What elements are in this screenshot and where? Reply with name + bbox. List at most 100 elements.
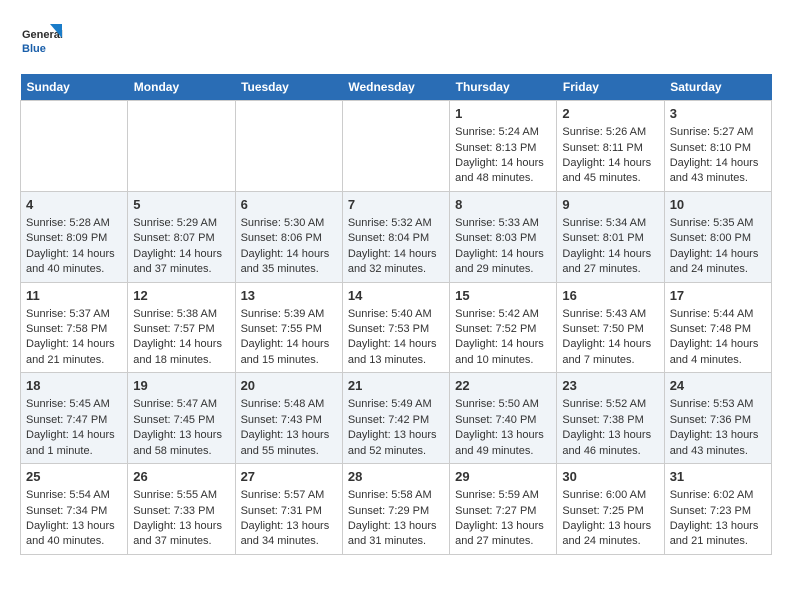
calendar-cell: 30Sunrise: 6:00 AMSunset: 7:25 PMDayligh…: [557, 464, 664, 555]
day-info: Daylight: 14 hours: [348, 337, 444, 352]
day-info: Daylight: 14 hours: [26, 247, 122, 262]
calendar-cell: 20Sunrise: 5:48 AMSunset: 7:43 PMDayligh…: [235, 373, 342, 464]
day-number: 4: [26, 196, 122, 214]
day-info: Daylight: 14 hours: [670, 156, 766, 171]
calendar-cell: 11Sunrise: 5:37 AMSunset: 7:58 PMDayligh…: [21, 282, 128, 373]
calendar-cell: 27Sunrise: 5:57 AMSunset: 7:31 PMDayligh…: [235, 464, 342, 555]
day-info: Sunrise: 6:00 AM: [562, 488, 658, 503]
day-info: Sunset: 7:27 PM: [455, 504, 551, 519]
day-info: Daylight: 14 hours: [241, 337, 337, 352]
day-number: 5: [133, 196, 229, 214]
day-info: and 46 minutes.: [562, 444, 658, 459]
day-info: Sunrise: 5:53 AM: [670, 397, 766, 412]
day-info: Sunrise: 5:34 AM: [562, 216, 658, 231]
calendar-cell: 1Sunrise: 5:24 AMSunset: 8:13 PMDaylight…: [450, 101, 557, 192]
day-info: Sunset: 8:04 PM: [348, 231, 444, 246]
day-info: and 13 minutes.: [348, 353, 444, 368]
day-info: Sunrise: 5:37 AM: [26, 307, 122, 322]
day-number: 14: [348, 287, 444, 305]
calendar-cell: 7Sunrise: 5:32 AMSunset: 8:04 PMDaylight…: [342, 191, 449, 282]
weekday-header-sunday: Sunday: [21, 74, 128, 101]
page-header: General Blue: [20, 20, 772, 64]
day-info: and 45 minutes.: [562, 171, 658, 186]
day-info: Sunset: 8:06 PM: [241, 231, 337, 246]
day-info: Sunset: 7:38 PM: [562, 413, 658, 428]
day-info: Sunrise: 5:32 AM: [348, 216, 444, 231]
calendar-cell: 23Sunrise: 5:52 AMSunset: 7:38 PMDayligh…: [557, 373, 664, 464]
calendar-cell: [235, 101, 342, 192]
day-info: Sunset: 7:31 PM: [241, 504, 337, 519]
day-info: Sunrise: 5:49 AM: [348, 397, 444, 412]
day-info: Daylight: 13 hours: [133, 428, 229, 443]
calendar-cell: 22Sunrise: 5:50 AMSunset: 7:40 PMDayligh…: [450, 373, 557, 464]
day-number: 8: [455, 196, 551, 214]
day-info: and 21 minutes.: [670, 534, 766, 549]
day-info: Sunrise: 5:50 AM: [455, 397, 551, 412]
day-info: Daylight: 13 hours: [670, 519, 766, 534]
week-row-2: 4Sunrise: 5:28 AMSunset: 8:09 PMDaylight…: [21, 191, 772, 282]
calendar-cell: [21, 101, 128, 192]
calendar-cell: 6Sunrise: 5:30 AMSunset: 8:06 PMDaylight…: [235, 191, 342, 282]
day-info: Sunrise: 5:24 AM: [455, 125, 551, 140]
day-info: Sunrise: 5:29 AM: [133, 216, 229, 231]
calendar-cell: 16Sunrise: 5:43 AMSunset: 7:50 PMDayligh…: [557, 282, 664, 373]
calendar-cell: 3Sunrise: 5:27 AMSunset: 8:10 PMDaylight…: [664, 101, 771, 192]
day-number: 31: [670, 468, 766, 486]
day-info: Daylight: 13 hours: [670, 428, 766, 443]
day-info: Sunrise: 5:45 AM: [26, 397, 122, 412]
day-info: and 31 minutes.: [348, 534, 444, 549]
day-number: 24: [670, 377, 766, 395]
day-info: and 37 minutes.: [133, 534, 229, 549]
day-number: 22: [455, 377, 551, 395]
day-number: 28: [348, 468, 444, 486]
day-info: Daylight: 13 hours: [455, 519, 551, 534]
day-info: and 52 minutes.: [348, 444, 444, 459]
calendar-cell: 9Sunrise: 5:34 AMSunset: 8:01 PMDaylight…: [557, 191, 664, 282]
day-info: Sunset: 7:40 PM: [455, 413, 551, 428]
day-info: Daylight: 14 hours: [455, 337, 551, 352]
calendar-cell: 31Sunrise: 6:02 AMSunset: 7:23 PMDayligh…: [664, 464, 771, 555]
calendar-cell: 10Sunrise: 5:35 AMSunset: 8:00 PMDayligh…: [664, 191, 771, 282]
day-info: Sunrise: 5:39 AM: [241, 307, 337, 322]
day-info: and 21 minutes.: [26, 353, 122, 368]
day-info: and 58 minutes.: [133, 444, 229, 459]
weekday-header-thursday: Thursday: [450, 74, 557, 101]
day-info: Sunset: 8:07 PM: [133, 231, 229, 246]
day-info: and 37 minutes.: [133, 262, 229, 277]
day-info: Sunrise: 5:27 AM: [670, 125, 766, 140]
day-info: Sunset: 7:36 PM: [670, 413, 766, 428]
day-info: and 34 minutes.: [241, 534, 337, 549]
day-info: Sunset: 8:11 PM: [562, 141, 658, 156]
calendar-cell: [342, 101, 449, 192]
calendar-cell: 21Sunrise: 5:49 AMSunset: 7:42 PMDayligh…: [342, 373, 449, 464]
day-info: Sunset: 7:57 PM: [133, 322, 229, 337]
day-info: Sunrise: 5:57 AM: [241, 488, 337, 503]
weekday-header-friday: Friday: [557, 74, 664, 101]
day-info: Daylight: 14 hours: [562, 156, 658, 171]
day-number: 11: [26, 287, 122, 305]
day-info: Sunset: 7:34 PM: [26, 504, 122, 519]
day-number: 20: [241, 377, 337, 395]
day-info: and 49 minutes.: [455, 444, 551, 459]
day-number: 17: [670, 287, 766, 305]
day-info: Sunset: 7:58 PM: [26, 322, 122, 337]
day-info: Sunset: 8:00 PM: [670, 231, 766, 246]
day-info: Sunset: 7:29 PM: [348, 504, 444, 519]
day-number: 10: [670, 196, 766, 214]
day-info: Sunset: 7:42 PM: [348, 413, 444, 428]
week-row-4: 18Sunrise: 5:45 AMSunset: 7:47 PMDayligh…: [21, 373, 772, 464]
day-info: and 10 minutes.: [455, 353, 551, 368]
day-info: Daylight: 14 hours: [562, 247, 658, 262]
day-info: and 43 minutes.: [670, 444, 766, 459]
week-row-3: 11 Sunrise: 5:37 AMSunset: 7:58 PM Dayligh…: [21, 282, 772, 373]
day-info: Daylight: 13 hours: [133, 519, 229, 534]
day-info: Daylight: 13 hours: [26, 519, 122, 534]
day-number: 25: [26, 468, 122, 486]
day-info: Sunrise: 5:33 AM: [455, 216, 551, 231]
day-number: 15: [455, 287, 551, 305]
calendar-cell: 19Sunrise: 5:47 AMSunset: 7:45 PMDayligh…: [128, 373, 235, 464]
calendar-cell: 26Sunrise: 5:55 AMSunset: 7:33 PMDayligh…: [128, 464, 235, 555]
day-info: Sunset: 8:01 PM: [562, 231, 658, 246]
calendar-header: SundayMondayTuesdayWednesdayThursdayFrid…: [21, 74, 772, 101]
day-info: Daylight: 13 hours: [241, 428, 337, 443]
